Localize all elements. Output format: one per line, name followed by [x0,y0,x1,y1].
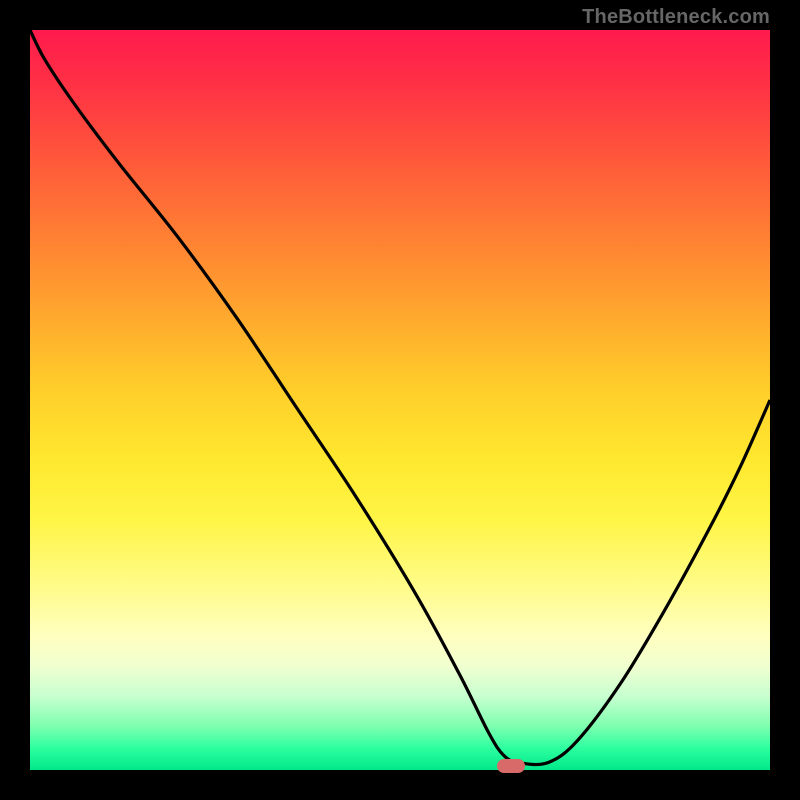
chart-frame: TheBottleneck.com [0,0,800,800]
gradient-plot-area [30,30,770,770]
watermark-text: TheBottleneck.com [582,6,770,29]
